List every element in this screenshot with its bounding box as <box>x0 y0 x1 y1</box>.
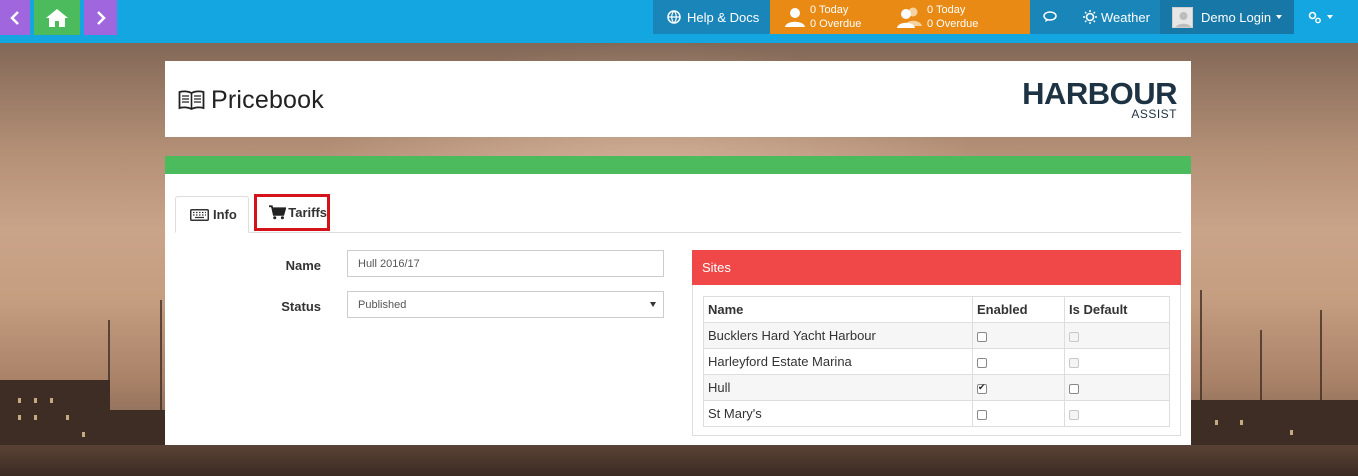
weather-label: Weather <box>1101 9 1150 25</box>
table-row: Hull <box>703 374 1170 401</box>
user-icon <box>785 8 805 27</box>
site-name-cell: St Mary's <box>703 400 973 427</box>
team-tasks-today: 0 Today <box>927 4 966 16</box>
user-menu[interactable]: Demo Login <box>1160 0 1294 34</box>
team-tasks-overdue: 0 Overdue <box>927 18 979 30</box>
top-navbar: Help & Docs 0 Today 0 Overdue 0 Today 0 … <box>0 0 1358 43</box>
chat-icon <box>1043 11 1057 22</box>
cogs-icon <box>1308 11 1321 23</box>
home-icon <box>46 8 68 27</box>
name-input[interactable]: Hull 2016/17 <box>347 250 664 277</box>
column-header-is-default: Is Default <box>1064 296 1170 323</box>
site-name-cell: Bucklers Hard Yacht Harbour <box>703 322 973 349</box>
my-tasks-overdue: 0 Overdue <box>810 18 862 30</box>
my-tasks-today: 0 Today <box>810 4 849 16</box>
tab-tariffs[interactable]: Tariffs <box>254 194 330 231</box>
status-select[interactable]: Published <box>347 291 664 318</box>
sites-panel: Sites Name Enabled Is Default Bucklers H… <box>692 250 1181 436</box>
back-button[interactable] <box>0 0 30 35</box>
is-default-cell <box>1064 400 1170 427</box>
caret-down-icon <box>650 302 656 307</box>
chat-button[interactable] <box>1030 0 1070 34</box>
tabs-divider <box>175 232 1181 233</box>
chevron-right-icon <box>96 10 106 25</box>
site-name-cell: Hull <box>703 374 973 401</box>
caret-down-icon <box>1327 15 1333 19</box>
cart-icon <box>269 205 287 220</box>
my-tasks-counter[interactable]: 0 Today 0 Overdue <box>784 0 861 34</box>
table-row: Harleyford Estate Marina <box>703 348 1170 375</box>
panel-accent-bar <box>165 156 1191 174</box>
enabled-checkbox[interactable] <box>977 331 987 342</box>
sites-panel-title: Sites <box>692 250 1181 285</box>
pricebook-panel: Info Tariffs Name Hull 2016/17 Status Pu… <box>165 174 1191 445</box>
enabled-cell <box>972 348 1065 375</box>
status-selected-value: Published <box>358 298 407 311</box>
enabled-cell <box>972 322 1065 349</box>
name-label: Name <box>285 258 321 273</box>
is-default-checkbox <box>1069 331 1079 342</box>
enabled-cell <box>972 374 1065 401</box>
home-button[interactable] <box>34 0 80 35</box>
help-docs-label: Help & Docs <box>687 9 760 25</box>
enabled-checkbox[interactable] <box>977 382 987 394</box>
book-icon <box>178 90 205 110</box>
enabled-cell <box>972 400 1065 427</box>
table-row: Bucklers Hard Yacht Harbour <box>703 322 1170 349</box>
site-name-cell: Harleyford Estate Marina <box>703 348 973 375</box>
enabled-checkbox[interactable] <box>977 409 987 420</box>
help-docs-button[interactable]: Help & Docs <box>653 0 770 34</box>
is-default-cell <box>1064 348 1170 375</box>
page-header: Pricebook HARBOUR ASSIST <box>165 61 1191 137</box>
page-title: Pricebook <box>211 86 324 114</box>
forward-button[interactable] <box>84 0 117 35</box>
tab-info[interactable]: Info <box>175 196 249 233</box>
is-default-checkbox[interactable] <box>1069 383 1079 394</box>
is-default-cell <box>1064 374 1170 401</box>
sites-table: Name Enabled Is Default Bucklers Hard Ya… <box>703 296 1170 427</box>
sun-icon <box>1083 10 1097 24</box>
enabled-checkbox[interactable] <box>977 357 987 368</box>
globe-icon <box>667 10 681 24</box>
table-row: St Mary's <box>703 400 1170 427</box>
is-default-checkbox <box>1069 409 1079 420</box>
chevron-left-icon <box>10 10 19 25</box>
avatar <box>1172 6 1193 28</box>
harbour-assist-logo: HARBOUR ASSIST <box>1022 76 1177 121</box>
tab-tariffs-label: Tariffs <box>288 205 327 220</box>
is-default-cell <box>1064 322 1170 349</box>
tab-info-label: Info <box>213 207 237 222</box>
team-tasks-counter[interactable]: 0 Today 0 Overdue <box>897 0 978 34</box>
status-label: Status <box>281 299 321 314</box>
is-default-checkbox <box>1069 357 1079 368</box>
column-header-name: Name <box>703 296 973 323</box>
users-icon <box>897 7 922 28</box>
user-name: Demo Login <box>1201 9 1272 25</box>
caret-down-icon <box>1276 15 1283 19</box>
keyboard-icon <box>190 208 209 221</box>
settings-menu[interactable] <box>1294 0 1358 34</box>
column-header-enabled: Enabled <box>972 296 1065 323</box>
weather-button[interactable]: Weather <box>1070 0 1160 34</box>
avatar-placeholder-icon <box>1175 11 1192 27</box>
